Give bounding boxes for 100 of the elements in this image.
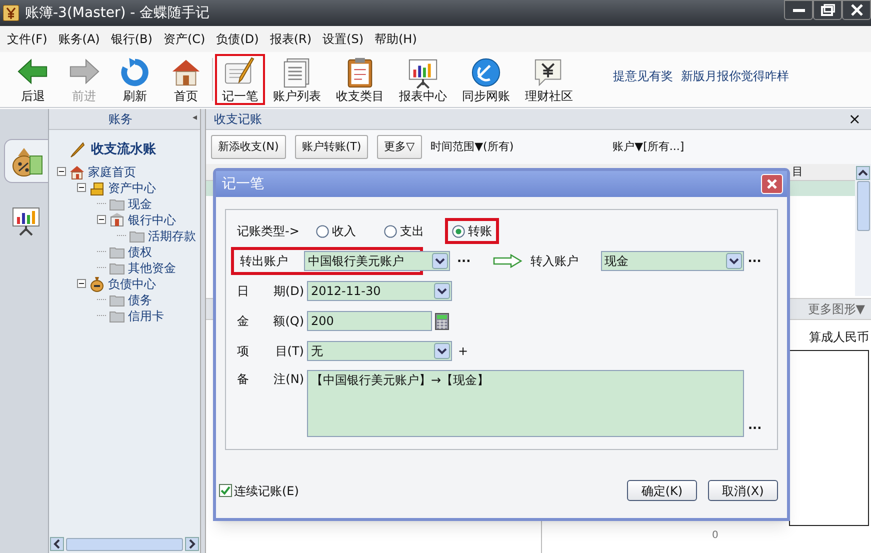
scroll-left-icon [50,537,64,551]
toolbar-link[interactable]: 提意见有奖 [613,66,673,84]
field-label: 日 [237,283,249,300]
checkbox[interactable] [219,484,232,497]
dropdown-caret-icon [432,253,448,269]
menu-item[interactable]: 账务(A) [55,30,103,48]
field-label: 项 [237,343,249,360]
maximize-button[interactable] [813,0,842,20]
dropdown-field[interactable]: 2012-11-30 [307,281,452,301]
tree-item[interactable]: 活期存款 [148,226,196,244]
add-button[interactable]: + [458,342,468,360]
sidebar-header: 账务 [108,111,134,128]
sidebar-tab[interactable] [4,139,48,183]
filter-dropdown[interactable]: 账户▼[所有...] [612,138,684,156]
more-button[interactable]: ··· [457,252,471,270]
pencil-icon [69,142,85,158]
minimize-button[interactable] [784,0,813,20]
toolbar-button[interactable]: 首页 [161,54,211,105]
toolbar-button[interactable]: 理财社区 [518,54,580,105]
radio-option[interactable]: 支出 [377,218,431,244]
note-field[interactable]: 【中国银行美元账户】→【现金】 [307,370,744,437]
toolbar-button[interactable]: 更多▽ [377,135,422,159]
field-label: 转入账户 [530,253,580,270]
scroll-up-icon [856,166,870,180]
coin-stack-icon [89,180,105,196]
field-label: 金 [237,313,249,330]
toolbar-button[interactable]: 新添收支(N) [211,135,286,159]
dialog-title: 记一笔 [222,174,264,194]
close-icon [850,4,862,16]
panel-title: 收支记账 [214,111,263,128]
radio-button[interactable] [316,224,329,238]
toolbar-button[interactable]: 同步网账 [455,54,517,105]
field-label: 额(Q) [273,313,304,330]
chart-note: 算成人民币 [809,329,869,346]
tree-item[interactable]: 现金 [128,194,152,212]
dropdown-field[interactable]: 中国银行美元账户 [304,251,450,271]
collapse-toggle-icon[interactable] [97,215,106,224]
more-button[interactable]: ··· [748,419,762,437]
scrollbar-thumb[interactable] [856,181,870,231]
checkbox-option[interactable]: 连续记账(E) [219,482,299,500]
dropdown-caret-icon [726,253,742,269]
toolbar-button[interactable]: 账户列表 [266,54,328,105]
radio-button[interactable] [384,224,397,238]
scroll-right-icon [185,537,199,551]
toolbar-button[interactable]: 记一笔 [215,54,265,105]
calculator-icon [435,312,449,330]
window-title: 账簿-3(Master) - 金蝶随手记 [25,4,210,22]
toolbar-button[interactable]: 后退 [8,54,58,105]
collapse-arrow[interactable]: ◂ [192,112,200,126]
dialog-button[interactable]: 确定(K) [627,480,697,501]
menu-item[interactable]: 负债(D) [213,30,262,48]
filter-dropdown[interactable]: 时间范围▼(所有) [430,138,514,156]
tree-item[interactable]: 家庭首页 [88,162,136,180]
menu-item[interactable]: 报表(R) [266,30,315,48]
dialog-button[interactable]: 取消(X) [708,480,778,501]
radio-button[interactable] [452,224,465,238]
tree-item[interactable]: 信用卡 [128,306,164,324]
tree-item[interactable]: 银行中心 [128,210,176,228]
field-label: 注(N) [274,371,304,388]
radio-option[interactable]: 转账 [445,218,499,244]
bank-icon [109,212,125,228]
menu-item[interactable]: 文件(F) [4,30,50,48]
amount-field[interactable]: 200 [307,311,432,331]
tree-item[interactable]: 负债中心 [108,274,156,292]
menu-item[interactable]: 帮助(H) [372,30,420,48]
more-button[interactable]: ··· [748,252,762,270]
field-label: 备 [237,371,249,388]
collapse-toggle-icon[interactable] [77,279,86,288]
right-arrow-icon [492,254,523,268]
money-bag-icon [89,276,105,292]
collapse-toggle-icon[interactable] [57,167,66,176]
maximize-icon [820,4,834,16]
dropdown-field[interactable]: 无 [307,341,452,361]
house-icon [69,164,85,180]
menu-item[interactable]: 资产(C) [160,30,208,48]
axis-label: 0 [712,529,718,543]
field-label: 转出账户 [240,253,289,270]
tree-item[interactable]: 其他资金 [128,258,176,276]
minimize-icon [792,8,804,12]
toolbar-button[interactable]: 收支类目 [329,54,391,105]
close-button[interactable]: × [846,112,863,126]
tree-item[interactable]: 债务 [128,290,152,308]
menu-item[interactable]: 银行(B) [108,30,156,48]
toolbar-button[interactable]: 刷新 [110,54,160,105]
field-label: 目(T) [275,343,304,360]
tree-item[interactable]: 资产中心 [108,178,156,196]
toolbar-button[interactable]: 账户转账(T) [294,135,368,159]
sidebar-title[interactable]: 收支流水账 [91,140,156,160]
scrollbar-thumb[interactable] [66,538,183,550]
menu-item[interactable]: 设置(S) [320,30,366,48]
collapse-toggle-icon[interactable] [77,183,86,192]
close-icon [766,178,778,190]
toolbar-button[interactable]: 报表中心 [392,54,454,105]
radio-option[interactable]: 收入 [309,218,363,244]
more-charts-button[interactable]: 更多图形▼ [808,300,865,318]
dropdown-caret-icon [434,343,450,359]
toolbar-link[interactable]: 新版月报你觉得咋样 [681,66,789,84]
tree-item[interactable]: 债权 [128,242,152,260]
dropdown-field[interactable]: 现金 [600,251,744,271]
close-button[interactable] [842,0,871,20]
